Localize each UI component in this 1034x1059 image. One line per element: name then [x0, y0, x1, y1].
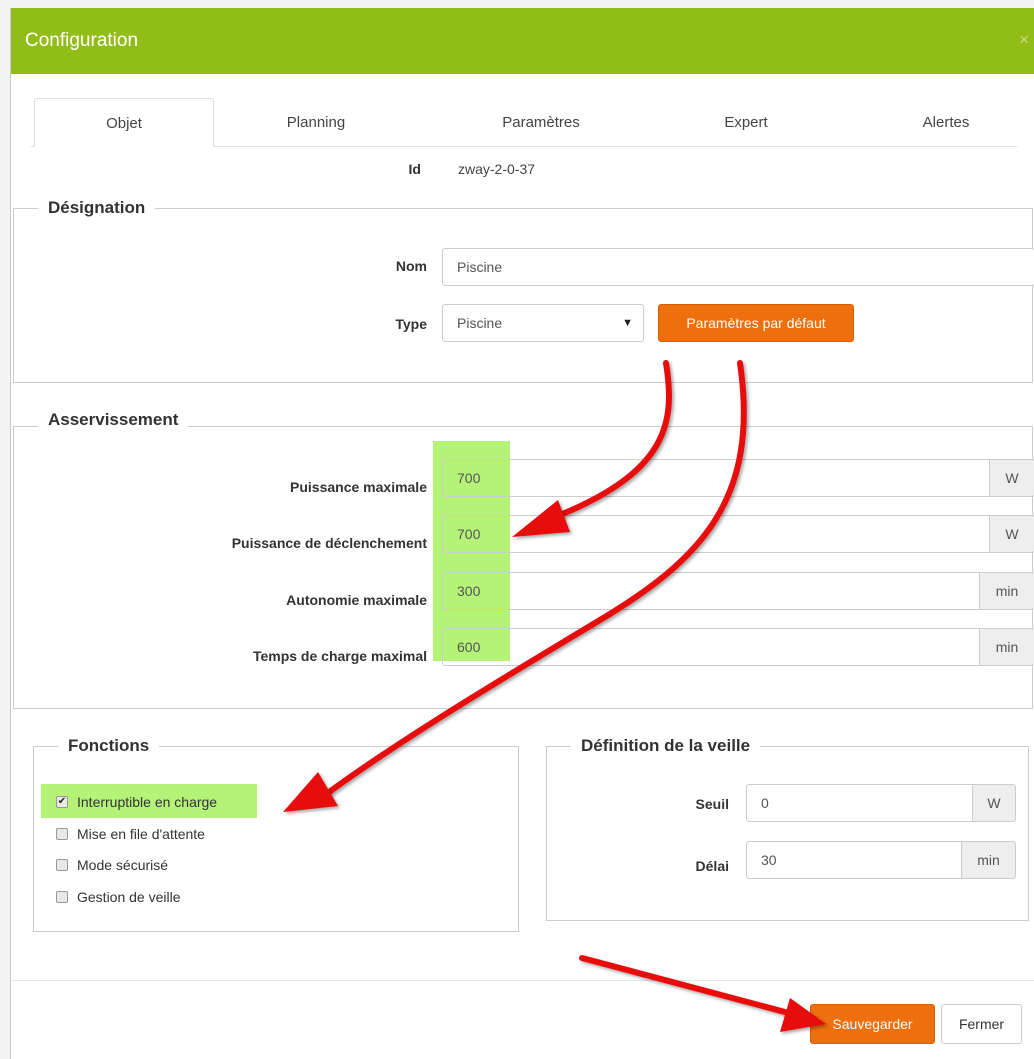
designation-legend: Désignation	[38, 198, 156, 218]
gestion-veille-checkbox[interactable]	[56, 891, 68, 903]
temps-charge-unit: min	[979, 628, 1034, 666]
tab-parametres[interactable]: Paramètres	[461, 98, 621, 145]
modal-header: Configuration ×	[11, 8, 1034, 74]
puissance-max-unit: W	[989, 459, 1034, 497]
id-label: Id	[408, 161, 421, 177]
tab-expert[interactable]: Expert	[681, 98, 811, 145]
tab-planning[interactable]: Planning	[251, 98, 381, 145]
delai-unit: min	[961, 841, 1016, 879]
caret-down-icon: ▼	[622, 317, 633, 329]
type-label: Type	[395, 316, 427, 332]
close-button[interactable]: Fermer	[941, 1004, 1022, 1044]
default-params-button[interactable]: Paramètres par défaut	[658, 304, 854, 342]
id-value: zway-2-0-37	[458, 161, 536, 177]
interruptible-label: Interruptible en charge	[77, 794, 218, 810]
type-select[interactable]: Piscine ▼	[442, 304, 644, 342]
seuil-unit: W	[972, 784, 1016, 822]
save-button[interactable]: Sauvegarder	[810, 1004, 935, 1044]
delai-input[interactable]: 30	[746, 841, 962, 879]
puissance-max-input[interactable]: 700	[442, 459, 990, 497]
file-attente-label: Mise en file d'attente	[77, 826, 205, 842]
puissance-declenchement-label: Puissance de déclenchement	[231, 535, 427, 551]
mode-securise-checkbox[interactable]	[56, 859, 68, 871]
tab-alertes[interactable]: Alertes	[881, 98, 1011, 145]
file-attente-checkbox[interactable]	[56, 828, 68, 840]
configuration-modal: Configuration × Objet Planning Paramètre…	[10, 8, 1034, 1059]
veille-legend: Définition de la veille	[571, 736, 761, 756]
fonctions-legend: Fonctions	[58, 736, 160, 756]
type-select-value: Piscine	[457, 315, 503, 331]
autonomie-max-input[interactable]: 300	[442, 572, 980, 610]
footer-divider	[11, 980, 1034, 981]
nom-label: Nom	[395, 258, 427, 274]
gestion-veille-label: Gestion de veille	[77, 889, 181, 905]
close-icon[interactable]: ×	[1019, 30, 1029, 50]
modal-title: Configuration	[25, 30, 139, 51]
temps-charge-label: Temps de charge maximal	[252, 648, 427, 664]
temps-charge-input[interactable]: 600	[442, 628, 980, 666]
puissance-max-label: Puissance maximale	[290, 479, 427, 495]
puissance-declenchement-input[interactable]: 700	[442, 515, 990, 553]
autonomie-max-label: Autonomie maximale	[286, 592, 427, 608]
tab-objet[interactable]: Objet	[34, 98, 214, 147]
designation-fieldset	[13, 208, 1033, 383]
puissance-declenchement-unit: W	[989, 515, 1034, 553]
asservissement-legend: Asservissement	[38, 410, 189, 430]
nom-input[interactable]: Piscine	[442, 248, 1034, 286]
mode-securise-label: Mode sécurisé	[77, 857, 169, 873]
seuil-input[interactable]: 0	[746, 784, 973, 822]
delai-label: Délai	[695, 858, 729, 874]
tab-bar: Objet Planning Paramètres Expert Alertes	[31, 98, 1017, 147]
seuil-label: Seuil	[695, 796, 729, 812]
interruptible-checkbox[interactable]: ✔	[56, 796, 68, 808]
veille-fieldset	[546, 746, 1029, 921]
autonomie-max-unit: min	[979, 572, 1034, 610]
